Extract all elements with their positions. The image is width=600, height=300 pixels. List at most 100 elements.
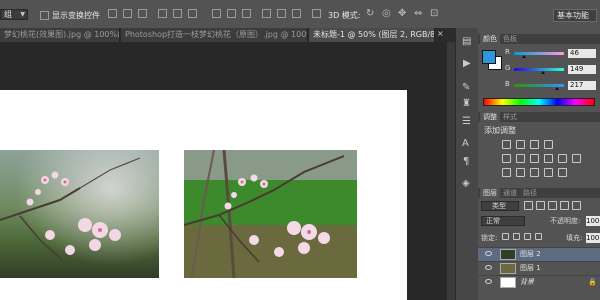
exposure-icon[interactable] <box>544 140 553 149</box>
visibility-eye-icon[interactable] <box>485 251 492 256</box>
show-transform-checkbox[interactable] <box>40 11 49 20</box>
brightness-icon[interactable] <box>502 140 511 149</box>
lock-position-icon[interactable] <box>524 233 531 240</box>
auto-select-dropdown[interactable]: 组 ▼ <box>0 9 28 20</box>
channel-g-handle[interactable] <box>541 71 545 74</box>
brush-icon[interactable]: ✎ <box>462 82 470 93</box>
filter-type-icon[interactable] <box>548 201 557 210</box>
gradient-map-icon[interactable] <box>544 168 553 177</box>
blend-mode-dropdown[interactable]: 正常 <box>481 216 525 226</box>
channel-r-input[interactable]: 46 <box>568 49 596 58</box>
fill-input[interactable]: 100 <box>586 233 600 243</box>
photo-filter-icon[interactable] <box>558 154 567 163</box>
play-icon[interactable]: ▶ <box>463 58 471 69</box>
filter-smart-icon[interactable] <box>572 201 581 210</box>
layers-icon[interactable]: ◈ <box>462 178 470 189</box>
rotate-3d-icon[interactable]: ↻ <box>366 8 374 19</box>
black-white-icon[interactable] <box>544 154 553 163</box>
distribute-top-icon[interactable] <box>212 9 221 18</box>
layer-row-layer-1[interactable]: 图层 1 <box>478 261 600 275</box>
foreground-color-swatch[interactable] <box>482 50 496 64</box>
workspace-switcher[interactable]: 基本功能 <box>553 9 597 22</box>
distribute-vcenter-icon[interactable] <box>227 9 236 18</box>
invert-icon[interactable] <box>502 168 511 177</box>
adjustments-panel-tabs: 调整 样式 <box>478 112 600 122</box>
tab-color[interactable]: 颜色 <box>480 34 500 44</box>
drag-3d-icon[interactable]: ✥ <box>398 8 406 19</box>
tab-adjustments[interactable]: 调整 <box>480 112 500 122</box>
auto-align-icon[interactable] <box>312 9 321 18</box>
channel-b-label: B <box>505 80 510 88</box>
align-right-icon[interactable] <box>188 9 197 18</box>
clone-icon[interactable]: ♜ <box>462 98 471 109</box>
color-balance-icon[interactable] <box>530 154 539 163</box>
opacity-input[interactable]: 100 <box>586 216 600 226</box>
tab-swatches[interactable]: 色板 <box>500 34 520 44</box>
layer-row-layer-2[interactable]: 图层 2 <box>478 247 600 261</box>
filter-shape-icon[interactable] <box>560 201 569 210</box>
distribute-left-icon[interactable] <box>262 9 271 18</box>
roll-3d-icon[interactable]: ◎ <box>382 8 391 19</box>
levels-icon[interactable] <box>516 140 525 149</box>
align-bottom-icon[interactable] <box>138 9 147 18</box>
channel-g-label: G <box>505 64 511 72</box>
scale-3d-icon[interactable]: ⊡ <box>430 8 438 19</box>
tab-untitled-1[interactable]: 未标题-1 @ 50% (图层 2, RGB/8) * <box>309 28 435 42</box>
lock-icons <box>502 233 552 242</box>
channel-g-input[interactable]: 149 <box>568 65 596 74</box>
layer-row-background[interactable]: 背景 🔒 <box>478 275 600 289</box>
history-icon[interactable]: ▤ <box>462 36 471 47</box>
adjustment-icons-row-2 <box>502 154 592 164</box>
distribute-hcenter-icon[interactable] <box>277 9 286 18</box>
hue-saturation-icon[interactable] <box>516 154 525 163</box>
curves-icon[interactable] <box>530 140 539 149</box>
align-vcenter-icon[interactable] <box>123 9 132 18</box>
posterize-icon[interactable] <box>516 168 525 177</box>
photo-original-version[interactable] <box>184 150 357 278</box>
canvas-workspace[interactable] <box>0 42 455 300</box>
vertical-scrollbar[interactable] <box>447 42 455 300</box>
layer-thumbnail <box>500 249 516 260</box>
tab-channels[interactable]: 通道 <box>500 188 520 198</box>
document-canvas[interactable] <box>0 90 407 300</box>
fill-label: 填充: <box>566 234 583 242</box>
filter-adjust-icon[interactable] <box>536 201 545 210</box>
blossom-photo-original <box>184 150 357 278</box>
channel-b-handle[interactable] <box>555 87 559 90</box>
tab-original-image[interactable]: Photoshop打造一枝梦幻桃花（原图）.jpg @ 100%(... <box>121 28 308 42</box>
tab-paths[interactable]: 路径 <box>520 188 540 198</box>
channel-r-handle[interactable] <box>522 55 526 58</box>
channel-b-input[interactable]: 217 <box>568 81 596 90</box>
layer-filter-dropdown[interactable]: 类型 <box>481 201 519 211</box>
slide-3d-icon[interactable]: ⇔ <box>414 8 422 19</box>
paragraph-icon[interactable]: ¶ <box>463 156 469 167</box>
photo-effect-version[interactable] <box>0 150 159 278</box>
tab-label: 未标题-1 @ 50% (图层 2, RGB/8) * <box>313 30 435 39</box>
align-hcenter-icon[interactable] <box>173 9 182 18</box>
filter-pixel-icon[interactable] <box>524 201 533 210</box>
tab-effect-image[interactable]: 梦幻桃花(效果图).jpg @ 100%(R... <box>0 28 120 42</box>
adjust-icon[interactable]: ☰ <box>462 116 471 127</box>
vibrance-icon[interactable] <box>502 154 511 163</box>
text-icon[interactable]: A <box>462 138 469 149</box>
lock-transparent-icon[interactable] <box>502 233 509 240</box>
align-left-icon[interactable] <box>158 9 167 18</box>
close-tab-icon[interactable]: × <box>437 29 444 38</box>
threshold-icon[interactable] <box>530 168 539 177</box>
visibility-eye-icon[interactable] <box>485 265 492 270</box>
distribute-right-icon[interactable] <box>292 9 301 18</box>
tab-styles[interactable]: 样式 <box>500 112 520 122</box>
color-spectrum-bar[interactable] <box>483 98 595 106</box>
channel-g-slider[interactable] <box>514 68 564 71</box>
align-top-icon[interactable] <box>108 9 117 18</box>
selective-color-icon[interactable] <box>558 168 567 177</box>
layer-name: 图层 1 <box>520 264 541 272</box>
lock-all-icon[interactable] <box>535 233 542 240</box>
tab-layers[interactable]: 图层 <box>480 188 500 198</box>
lock-pixels-icon[interactable] <box>513 233 520 240</box>
channel-mixer-icon[interactable] <box>572 154 581 163</box>
visibility-eye-icon[interactable] <box>485 279 492 284</box>
adjustment-icons-row-3 <box>502 168 592 178</box>
fill-value: 100 <box>586 234 600 242</box>
distribute-bottom-icon[interactable] <box>242 9 251 18</box>
